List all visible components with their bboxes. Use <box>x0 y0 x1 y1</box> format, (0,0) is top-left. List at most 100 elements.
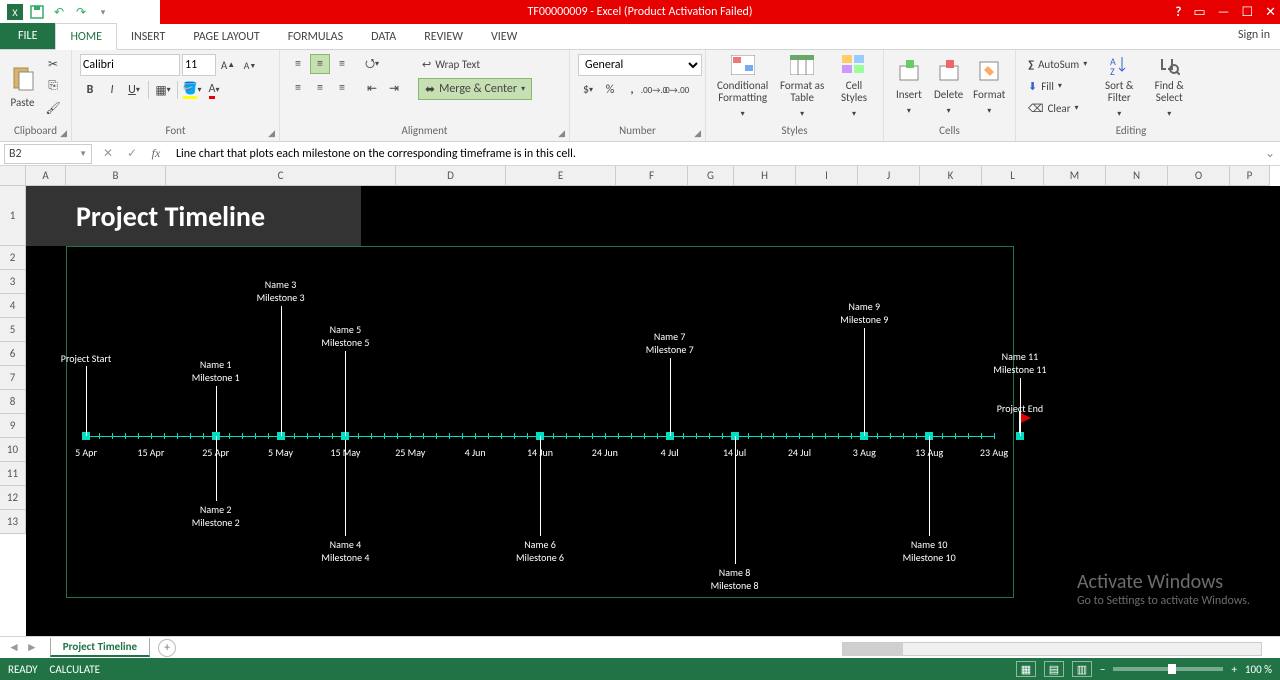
row-header[interactable]: 3 <box>0 270 26 294</box>
name-box[interactable]: B2▼ <box>4 144 92 164</box>
zoom-level[interactable]: 100 % <box>1245 663 1272 676</box>
align-top-icon[interactable]: ≡ <box>288 54 308 74</box>
new-sheet-button[interactable]: + <box>158 639 176 657</box>
row-header[interactable]: 6 <box>0 342 26 366</box>
decrease-decimal-icon[interactable]: .0→.00 <box>666 80 686 100</box>
delete-cells-button[interactable]: Delete▾ <box>932 54 966 120</box>
orientation-icon[interactable]: ⭯▾ <box>362 54 382 74</box>
tab-review[interactable]: REVIEW <box>410 24 477 49</box>
row-header[interactable]: 5 <box>0 318 26 342</box>
cells-canvas[interactable]: Project Timeline 5 Apr15 Apr25 Apr5 May1… <box>26 186 1280 636</box>
cut-icon[interactable]: ✂ <box>43 54 63 74</box>
column-header[interactable]: D <box>396 166 506 186</box>
row-header[interactable]: 7 <box>0 366 26 390</box>
fx-icon[interactable]: fx <box>144 144 168 164</box>
tab-page-layout[interactable]: PAGE LAYOUT <box>179 24 273 49</box>
fill-color-icon[interactable]: 🪣▾ <box>182 80 202 100</box>
row-header[interactable]: 9 <box>0 414 26 438</box>
zoom-out-icon[interactable]: − <box>1100 663 1105 676</box>
zoom-slider[interactable] <box>1113 667 1223 671</box>
save-icon[interactable] <box>28 3 46 21</box>
column-header[interactable]: A <box>26 166 66 186</box>
column-header[interactable]: O <box>1168 166 1230 186</box>
select-all-button[interactable] <box>0 166 26 186</box>
column-header[interactable]: G <box>688 166 734 186</box>
copy-icon[interactable]: ⎘ <box>43 76 63 96</box>
insert-cells-button[interactable]: Insert▾ <box>892 54 926 120</box>
row-header[interactable]: 12 <box>0 486 26 510</box>
number-format-select[interactable]: General <box>578 54 702 76</box>
row-header[interactable]: 4 <box>0 294 26 318</box>
zoom-thumb[interactable] <box>1168 664 1176 674</box>
tab-file[interactable]: FILE <box>0 23 55 49</box>
column-header[interactable]: N <box>1106 166 1168 186</box>
increase-indent-icon[interactable]: ⇥ <box>384 78 404 98</box>
maximize-icon[interactable]: ☐ <box>1241 5 1253 20</box>
merge-center-button[interactable]: ⬌Merge & Center▾ <box>418 78 532 100</box>
sign-in-link[interactable]: Sign in <box>1238 28 1270 42</box>
close-icon[interactable]: ✕ <box>1265 5 1276 20</box>
align-center-icon[interactable]: ≡ <box>310 78 330 98</box>
horizontal-scrollbar[interactable] <box>842 642 1262 656</box>
row-header[interactable]: 11 <box>0 462 26 486</box>
column-header[interactable]: J <box>858 166 920 186</box>
timeline-chart[interactable]: 5 Apr15 Apr25 Apr5 May15 May25 May4 Jun1… <box>66 246 1014 598</box>
increase-decimal-icon[interactable]: .00→.0 <box>644 80 664 100</box>
increase-font-icon[interactable]: A▲ <box>218 55 238 75</box>
bold-icon[interactable]: B <box>80 80 100 100</box>
autosum-button[interactable]: ∑AutoSum▾ <box>1024 54 1091 74</box>
minimize-icon[interactable]: — <box>1218 5 1230 20</box>
formula-input[interactable] <box>168 144 1260 164</box>
help-icon[interactable]: ? <box>1175 5 1181 20</box>
column-header[interactable]: M <box>1044 166 1106 186</box>
decrease-indent-icon[interactable]: ⇤ <box>362 78 382 98</box>
dialog-launcher-icon[interactable]: ◢ <box>268 128 275 139</box>
tab-view[interactable]: VIEW <box>477 24 531 49</box>
tab-data[interactable]: DATA <box>357 24 410 49</box>
align-left-icon[interactable]: ≡ <box>288 78 308 98</box>
sheet-nav-next-icon[interactable]: ► <box>26 640 38 655</box>
format-as-table-button[interactable]: Format as Table▾ <box>777 54 827 120</box>
dialog-launcher-icon[interactable]: ◢ <box>694 128 701 139</box>
decrease-font-icon[interactable]: A▼ <box>240 55 260 75</box>
qat-customize-icon[interactable]: ▾ <box>94 3 112 21</box>
cell-styles-button[interactable]: Cell Styles▾ <box>833 54 875 120</box>
row-header[interactable]: 2 <box>0 246 26 270</box>
column-header[interactable]: C <box>166 166 396 186</box>
paste-button[interactable]: Paste <box>8 54 37 120</box>
tab-insert[interactable]: INSERT <box>117 24 179 49</box>
column-header[interactable]: E <box>506 166 616 186</box>
align-right-icon[interactable]: ≡ <box>332 78 352 98</box>
row-header[interactable]: 1 <box>0 186 26 246</box>
cancel-formula-icon[interactable]: ✕ <box>96 144 120 164</box>
page-layout-view-icon[interactable]: ▤ <box>1044 661 1064 677</box>
column-header[interactable]: H <box>734 166 796 186</box>
undo-icon[interactable]: ↶ <box>50 3 68 21</box>
scroll-thumb[interactable] <box>843 643 903 655</box>
conditional-formatting-button[interactable]: Conditional Formatting▾ <box>714 54 771 120</box>
dialog-launcher-icon[interactable]: ◢ <box>60 128 67 139</box>
wrap-text-button[interactable]: ↩Wrap Text <box>418 54 532 74</box>
italic-icon[interactable]: I <box>102 80 122 100</box>
comma-format-icon[interactable]: , <box>622 80 642 100</box>
sheet-nav-prev-icon[interactable]: ◄ <box>8 640 20 655</box>
expand-formula-bar-icon[interactable]: ⌄ <box>1260 146 1280 161</box>
accounting-format-icon[interactable]: $▾ <box>578 80 598 100</box>
page-break-view-icon[interactable]: ▥ <box>1072 661 1092 677</box>
borders-icon[interactable]: ▦▾ <box>153 80 173 100</box>
column-header[interactable]: K <box>920 166 982 186</box>
align-middle-icon[interactable]: ≡ <box>310 54 330 74</box>
dialog-launcher-icon[interactable]: ◢ <box>558 128 565 139</box>
row-header[interactable]: 10 <box>0 438 26 462</box>
row-header[interactable]: 8 <box>0 390 26 414</box>
tab-formulas[interactable]: FORMULAS <box>274 24 357 49</box>
clear-button[interactable]: ⌫Clear▾ <box>1024 98 1091 118</box>
column-header[interactable]: L <box>982 166 1044 186</box>
format-cells-button[interactable]: Format▾ <box>972 54 1007 120</box>
underline-icon[interactable]: U▾ <box>124 80 144 100</box>
find-select-button[interactable]: Find & Select▾ <box>1147 54 1191 120</box>
row-header[interactable]: 13 <box>0 510 26 534</box>
redo-icon[interactable]: ↷ <box>72 3 90 21</box>
column-header[interactable]: B <box>66 166 166 186</box>
fill-button[interactable]: ⬇Fill▾ <box>1024 76 1091 96</box>
